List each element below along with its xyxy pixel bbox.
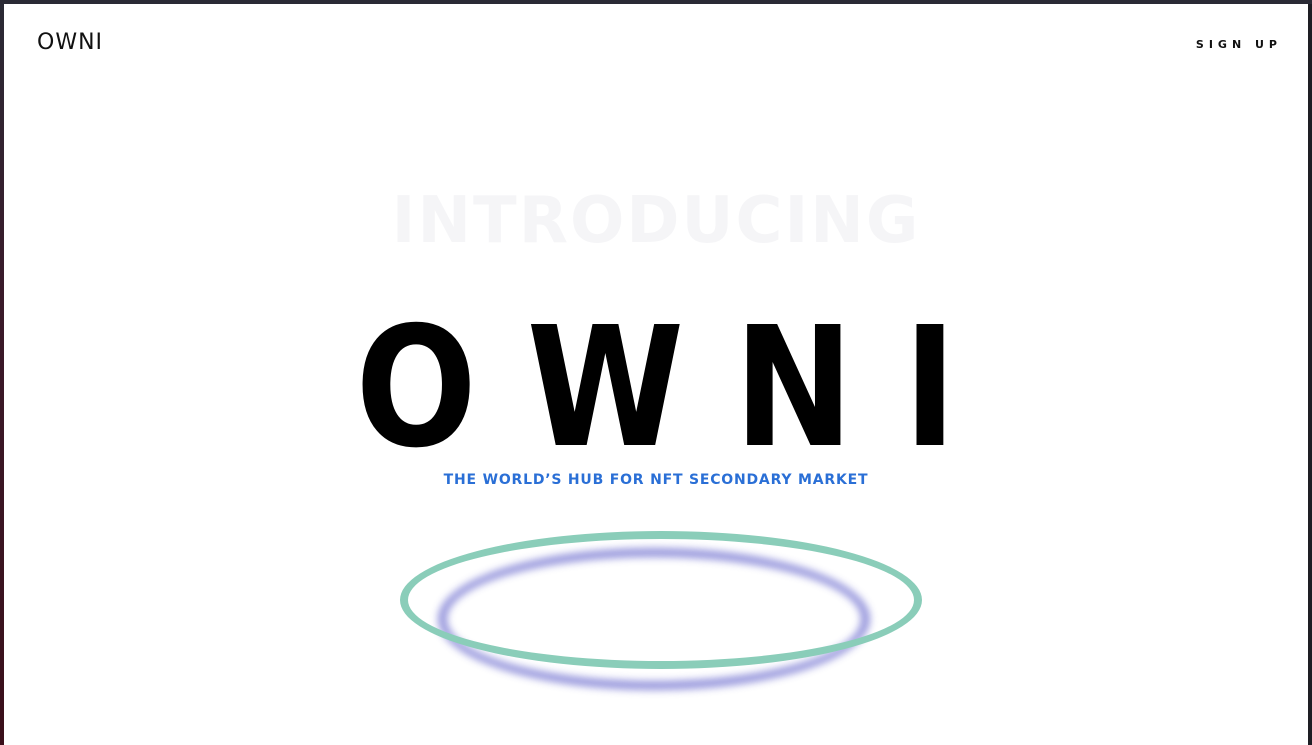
teal-ring-decoration bbox=[400, 531, 922, 669]
logo-link[interactable]: OWNI bbox=[37, 30, 103, 55]
window-edge bbox=[1308, 4, 1312, 745]
landing-page: OWNI SIGN UP INTRODUCING OWNI THE WORLD’… bbox=[4, 4, 1308, 745]
hero-tagline: THE WORLD’S HUB FOR NFT SECONDARY MARKET bbox=[443, 472, 869, 488]
intro-heading: INTRODUCING bbox=[391, 184, 921, 258]
hero-title: OWNI bbox=[355, 292, 1007, 485]
sign-up-link[interactable]: SIGN UP bbox=[1196, 38, 1282, 51]
ring-graphic bbox=[394, 524, 924, 704]
